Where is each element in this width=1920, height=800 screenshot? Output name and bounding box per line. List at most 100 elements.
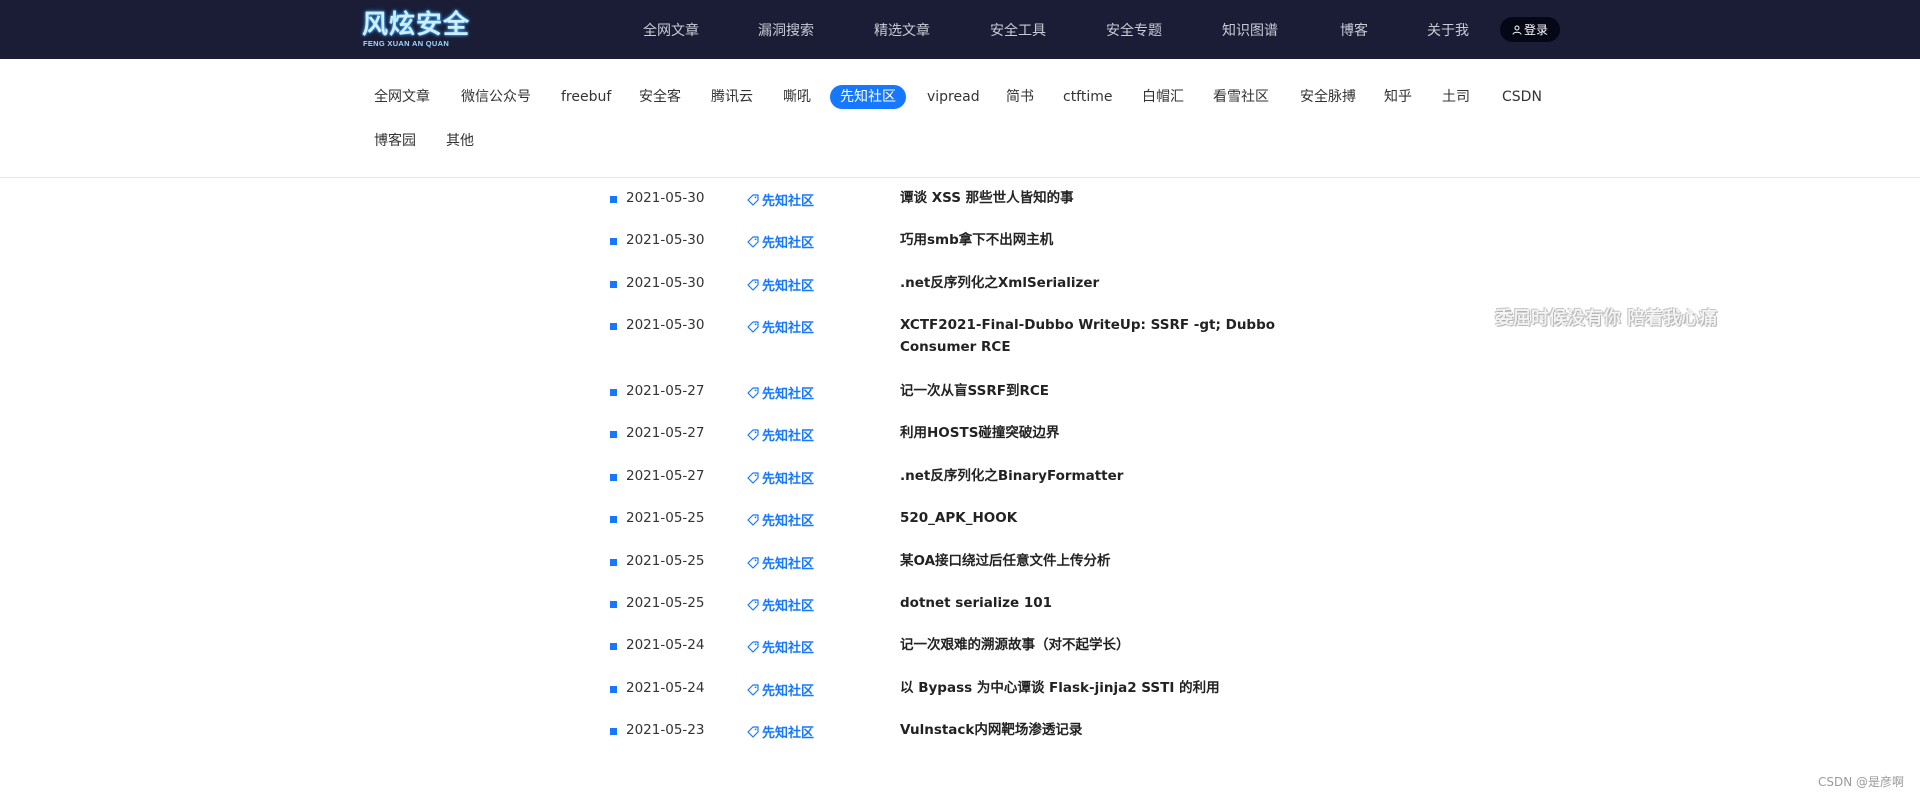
article-source-tag[interactable]: 先知社区	[746, 232, 814, 251]
bullet-icon	[610, 559, 617, 566]
nav-item[interactable]: 关于我	[1427, 20, 1469, 40]
article-source-tag[interactable]: 先知社区	[746, 722, 814, 741]
article-date: 2021-05-27	[626, 425, 705, 441]
tag-icon	[747, 386, 759, 399]
filter-chip[interactable]: 简书	[996, 85, 1044, 109]
filter-chip[interactable]: 白帽汇	[1132, 85, 1194, 109]
bullet-icon	[610, 281, 617, 288]
filter-chip[interactable]: 先知社区	[830, 85, 906, 109]
bullet-icon	[610, 196, 617, 203]
article-title-link[interactable]: 某OA接口绕过后任意文件上传分析	[900, 550, 1280, 572]
tag-icon	[747, 320, 759, 333]
article-date: 2021-05-27	[626, 383, 705, 399]
nav-item[interactable]: 知识图谱	[1222, 20, 1278, 40]
main-nav: 全网文章 漏洞搜索 精选文章 安全工具 安全专题 知识图谱 博客 关于我	[0, 0, 1920, 59]
source-label: 先知社区	[762, 684, 815, 699]
article-title-link[interactable]: 记一次从盲SSRF到RCE	[900, 380, 1280, 402]
filter-chip[interactable]: 看雪社区	[1203, 85, 1279, 109]
article-source-tag[interactable]: 先知社区	[746, 275, 814, 294]
article-date: 2021-05-24	[626, 637, 705, 653]
article-source-tag[interactable]: 先知社区	[746, 383, 814, 402]
article-title-link[interactable]: 谭谈 XSS 那些世人皆知的事	[900, 187, 1280, 209]
bullet-icon	[610, 643, 617, 650]
tag-icon	[747, 235, 759, 248]
nav-item[interactable]: 漏洞搜索	[758, 20, 814, 40]
filter-chip[interactable]: 知乎	[1374, 85, 1422, 109]
filter-chip[interactable]: vipread	[917, 85, 990, 109]
bullet-icon	[610, 728, 617, 735]
tag-icon	[747, 471, 759, 484]
article-title-link[interactable]: 520_APK_HOOK	[900, 507, 1280, 529]
article-title-link[interactable]: 以 Bypass 为中心谭谈 Flask-jinja2 SSTI 的利用	[900, 677, 1280, 699]
article-date: 2021-05-25	[626, 595, 705, 611]
nav-item[interactable]: 全网文章	[643, 20, 699, 40]
source-label: 先知社区	[762, 726, 815, 741]
article-source-tag[interactable]: 先知社区	[746, 637, 814, 656]
article-date: 2021-05-30	[626, 317, 705, 333]
nav-item[interactable]: 安全专题	[1106, 20, 1162, 40]
filter-chip[interactable]: ctftime	[1053, 85, 1123, 109]
top-navbar: 风炫安全 FENG XUAN AN QUAN 全网文章 漏洞搜索 精选文章 安全工具安…	[0, 0, 1920, 59]
tag-icon	[747, 683, 759, 696]
article-date: 2021-05-25	[626, 553, 705, 569]
source-label: 先知社区	[762, 321, 815, 336]
source-label: 先知社区	[762, 194, 815, 209]
article-date: 2021-05-30	[626, 232, 705, 248]
article-source-tag[interactable]: 先知社区	[746, 680, 814, 699]
bullet-icon	[610, 516, 617, 523]
article-source-tag[interactable]: 先知社区	[746, 425, 814, 444]
article-source-tag[interactable]: 先知社区	[746, 468, 814, 487]
article-title-link[interactable]: XCTF2021-Final-Dubbo WriteUp: SSRF -gt; …	[900, 314, 1280, 358]
filter-chip[interactable]: 微信公众号	[451, 85, 541, 109]
nav-item[interactable]: 博客	[1340, 20, 1368, 40]
article-title-link[interactable]: 巧用smb拿下不出网主机	[900, 229, 1280, 251]
category-filter-bar: 全网文章 微信公众号 freebuf 安全客 腾讯云 嘶吼 先知社区 vipread 简书 ctf…	[0, 59, 1920, 178]
filter-chip[interactable]: CSDN	[1492, 85, 1552, 109]
source-label: 先知社区	[762, 429, 815, 444]
nav-item[interactable]: 精选文章	[874, 20, 930, 40]
login-label: 登录	[1523, 23, 1548, 37]
article-date: 2021-05-23	[626, 722, 705, 738]
filter-chip[interactable]: freebuf	[551, 85, 621, 109]
article-title-link[interactable]: dotnet serialize 101	[900, 592, 1280, 614]
filter-chip[interactable]: 土司	[1432, 85, 1480, 109]
bullet-icon	[610, 686, 617, 693]
source-label: 先知社区	[762, 472, 815, 487]
bullet-icon	[610, 323, 617, 330]
source-label: 先知社区	[762, 641, 815, 656]
article-source-tag[interactable]: 先知社区	[746, 595, 814, 614]
tag-icon	[747, 556, 759, 569]
filter-chip[interactable]: 全网文章	[364, 85, 440, 109]
filter-chip[interactable]: 腾讯云	[701, 85, 763, 109]
source-label: 先知社区	[762, 599, 815, 614]
source-label: 先知社区	[762, 387, 815, 402]
nav-item[interactable]: 安全工具	[990, 20, 1046, 40]
article-date: 2021-05-27	[626, 468, 705, 484]
side-quote: 委屈时候没有你 陪着我心痛	[1495, 308, 1718, 329]
bullet-icon	[610, 389, 617, 396]
filter-chip[interactable]: 博客园	[364, 129, 426, 153]
article-date: 2021-05-25	[626, 510, 705, 526]
login-button[interactable]: 登录	[1500, 17, 1560, 42]
article-source-tag[interactable]: 先知社区	[746, 510, 814, 529]
article-title-link[interactable]: 利用HOSTS碰撞突破边界	[900, 422, 1280, 444]
article-source-tag[interactable]: 先知社区	[746, 317, 814, 336]
article-title-link[interactable]: Vulnstack内网靶场渗透记录	[900, 719, 1280, 741]
bullet-icon	[610, 474, 617, 481]
tag-icon	[747, 513, 759, 526]
article-title-link[interactable]: .net反序列化之BinaryFormatter	[900, 465, 1280, 487]
filter-chip[interactable]: 嘶吼	[773, 85, 821, 109]
filter-chip[interactable]: 安全客	[629, 85, 691, 109]
bullet-icon	[610, 238, 617, 245]
filter-chip[interactable]: 其他	[436, 129, 484, 153]
article-title-link[interactable]: 记一次艰难的溯源故事（对不起学长）	[900, 634, 1280, 656]
article-source-tag[interactable]: 先知社区	[746, 190, 814, 209]
article-title-link[interactable]: .net反序列化之XmlSerializer	[900, 272, 1280, 294]
tag-icon	[747, 428, 759, 441]
bullet-icon	[610, 431, 617, 438]
tag-icon	[747, 598, 759, 611]
user-icon	[1512, 25, 1522, 35]
article-source-tag[interactable]: 先知社区	[746, 553, 814, 572]
tag-icon	[747, 640, 759, 653]
filter-chip[interactable]: 安全脉搏	[1290, 85, 1366, 109]
